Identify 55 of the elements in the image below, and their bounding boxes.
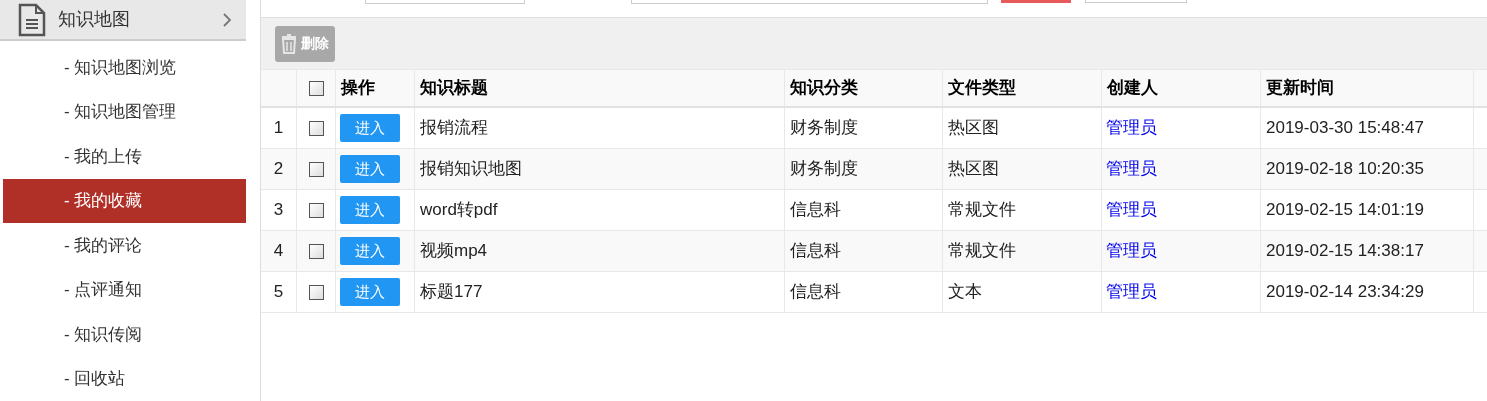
table-cell: word转pdf [415, 190, 785, 230]
trash-icon [281, 33, 297, 54]
sidebar-item[interactable]: - 我的上传 [3, 134, 246, 179]
document-icon [18, 2, 46, 37]
row-number: 5 [261, 272, 297, 312]
table-cell: 热区图 [943, 149, 1102, 189]
checkbox[interactable] [308, 243, 324, 259]
creator-link[interactable]: 管理员 [1106, 279, 1157, 305]
sidebar-title: 知识地图 [58, 8, 130, 31]
sidebar-header[interactable]: 知识地图 [0, 0, 246, 41]
checkbox[interactable] [308, 202, 324, 218]
table-cell: 文本 [943, 272, 1102, 312]
table-cell: 2019-03-30 15:48:47 [1261, 108, 1474, 148]
table-cell: 常规文件 [943, 231, 1102, 271]
column-header: 知识分类 [785, 70, 943, 106]
creator-link[interactable]: 管理员 [1106, 156, 1157, 182]
checkbox[interactable] [308, 161, 324, 177]
chevron-right-icon [222, 11, 232, 28]
table-cell: 2019-02-18 10:20:35 [1261, 149, 1474, 189]
table-cell: 信息科 [785, 231, 943, 271]
checkbox[interactable] [308, 80, 324, 96]
table-cell: 2019-02-14 23:34:29 [1261, 272, 1474, 312]
column-header: 创建人 [1102, 70, 1261, 106]
row-number: 1 [261, 108, 297, 148]
column-header: 知识标题 [415, 70, 785, 106]
row-number: 3 [261, 190, 297, 230]
creator-link[interactable]: 管理员 [1106, 238, 1157, 264]
table-cell: 2019-02-15 14:38:17 [1261, 231, 1474, 271]
sidebar-item[interactable]: - 我的收藏 [3, 178, 246, 223]
table-cell: 信息科 [785, 272, 943, 312]
table-cell: 报销知识地图 [415, 149, 785, 189]
table-cell: 信息科 [785, 190, 943, 230]
table-cell: 财务制度 [785, 149, 943, 189]
table-cell: 2019-02-15 14:01:19 [1261, 190, 1474, 230]
creator-link[interactable]: 管理员 [1106, 115, 1157, 141]
table-cell: 财务制度 [785, 108, 943, 148]
row-number: 2 [261, 149, 297, 189]
checkbox[interactable] [308, 284, 324, 300]
sidebar-item[interactable]: - 知识地图管理 [3, 89, 246, 134]
sidebar-item[interactable]: - 点评通知 [3, 267, 246, 312]
table-cell: 报销流程 [415, 108, 785, 148]
sidebar-item[interactable]: - 我的评论 [3, 223, 246, 268]
sidebar-item[interactable]: - 知识传阅 [3, 312, 246, 357]
table-cell: 热区图 [943, 108, 1102, 148]
table-cell: 视频mp4 [415, 231, 785, 271]
column-header: 文件类型 [943, 70, 1102, 106]
column-header: 操作 [336, 70, 415, 106]
sidebar-item[interactable]: - 知识地图浏览 [3, 45, 246, 90]
column-header: 更新时间 [1261, 70, 1474, 106]
table-cell: 常规文件 [943, 190, 1102, 230]
sidebar-item[interactable]: - 回收站 [3, 356, 246, 401]
creator-link[interactable]: 管理员 [1106, 197, 1157, 223]
table-cell: 标题177 [415, 272, 785, 312]
checkbox[interactable] [308, 120, 324, 136]
row-number: 4 [261, 231, 297, 271]
